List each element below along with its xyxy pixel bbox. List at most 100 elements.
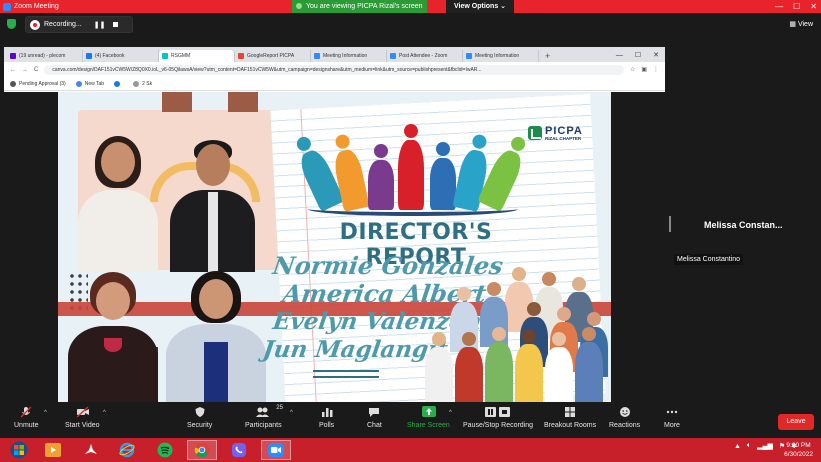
taskbar-app[interactable]	[224, 440, 254, 460]
security-label: Security	[187, 422, 213, 429]
windows-taskbar: ▲ 🔈︎ ▂▄▆ ⚑ ✱ 9:00 PM 6/30/2022	[0, 438, 821, 462]
easel-decoration	[228, 92, 258, 112]
extensions-icon[interactable]: ▣	[641, 66, 647, 73]
forward-icon[interactable]: →	[22, 67, 28, 73]
start-button[interactable]	[4, 440, 34, 460]
chat-button[interactable]: Chat	[367, 406, 382, 429]
panel-resize-handle[interactable]	[669, 216, 671, 232]
close-icon[interactable]: ✕	[653, 50, 659, 62]
pause-recording-icon[interactable]: ❚❚	[94, 21, 106, 29]
taskbar-clock[interactable]: 9:00 PM 6/30/2022	[784, 441, 813, 459]
browser-tab[interactable]: Meeting Information	[463, 50, 539, 62]
participants-caret-icon[interactable]: ^	[290, 410, 293, 416]
browser-tab[interactable]: Post Attendee - Zoom	[387, 50, 463, 62]
minimize-icon[interactable]: —	[616, 50, 623, 62]
bookmark-item[interactable]: New Tab	[75, 80, 104, 87]
breakout-rooms-label: Breakout Rooms	[544, 422, 597, 429]
maximize-icon[interactable]: ☐	[635, 50, 641, 62]
tab-favicon-icon	[238, 53, 244, 59]
bookmark-item[interactable]: 2 Sk	[133, 80, 152, 87]
reload-icon[interactable]: C	[34, 67, 38, 73]
window-title: Zoom Meeting	[14, 3, 59, 10]
url-input[interactable]: canva.com/design/DAF151vCW5W/Z8Q0X0.ioL_…	[44, 64, 624, 75]
bookmark-item[interactable]: Pending Approval (3)	[10, 80, 66, 87]
show-hidden-icons-icon[interactable]: ▲	[734, 443, 741, 450]
minimize-icon[interactable]: —	[775, 0, 783, 13]
taskbar-app[interactable]	[76, 440, 106, 460]
zoom-app-icon	[268, 443, 284, 457]
new-tab-button[interactable]: +	[539, 50, 556, 62]
polls-icon	[321, 406, 333, 418]
taskbar-app[interactable]	[38, 440, 68, 460]
browser-tab[interactable]: Meeting Information	[311, 50, 387, 62]
pdf-reader-icon	[85, 444, 97, 454]
maximize-icon[interactable]: ☐	[793, 0, 800, 13]
bookmark-item[interactable]	[114, 80, 123, 87]
recording-icon	[30, 19, 40, 30]
browser-tab[interactable]: GoogleReport PICPA	[235, 50, 311, 62]
pause-stop-recording-label: Pause/Stop Recording	[463, 422, 534, 429]
participants-label: Participants	[245, 422, 282, 429]
presentation-slide: PICPA RIZAL CHAPTER DIRECTOR'S REPORT No…	[58, 92, 611, 402]
tab-favicon-icon	[86, 53, 92, 59]
share-screen-button[interactable]: Share Screen	[407, 406, 450, 429]
spotify-icon	[157, 442, 173, 458]
taskbar-app[interactable]	[112, 440, 142, 460]
menu-icon[interactable]: ⋮	[653, 66, 659, 73]
unmute-button[interactable]: Unmute	[14, 406, 39, 429]
share-options-caret-icon[interactable]: ^	[449, 410, 452, 416]
leave-button[interactable]: Leave	[778, 414, 814, 430]
taskbar-app[interactable]	[150, 440, 180, 460]
participants-button[interactable]: 25 Participants	[245, 405, 283, 429]
taskbar-app-active[interactable]	[187, 440, 217, 460]
browser-tab-active[interactable]: RSGMM	[159, 50, 235, 62]
reactions-button[interactable]: Reactions	[609, 406, 640, 429]
participant-name-display: Melissa Constan...	[704, 220, 783, 230]
tab-favicon-icon	[466, 53, 472, 59]
media-player-icon	[45, 443, 61, 457]
reactions-icon	[619, 406, 631, 418]
breakout-rooms-button[interactable]: Breakout Rooms	[544, 406, 596, 429]
more-icon	[666, 406, 678, 418]
shield-icon[interactable]	[7, 19, 16, 29]
breakout-rooms-icon	[564, 406, 576, 418]
facebook-icon	[114, 80, 121, 87]
view-options-button[interactable]: View Options ⌄	[446, 0, 515, 13]
pause-stop-recording-button[interactable]: Pause/Stop Recording	[463, 406, 533, 429]
back-icon[interactable]: ←	[10, 67, 16, 73]
browser-tab[interactable]: (19 unread) - plecom	[7, 50, 83, 62]
share-screen-label: Share Screen	[407, 422, 450, 429]
browser-tab[interactable]: (4) Facebook	[83, 50, 159, 62]
network-icon[interactable]: ▂▄▆	[757, 442, 773, 450]
volume-icon[interactable]: 🔈︎	[747, 442, 751, 450]
windows-start-icon	[10, 441, 28, 459]
security-button[interactable]: Security	[187, 406, 212, 429]
polls-button[interactable]: Polls	[319, 406, 334, 429]
window-controls: — ☐ ✕	[775, 0, 817, 13]
recording-indicator: Recording... ❚❚	[25, 16, 133, 33]
microphone-muted-icon	[20, 406, 32, 418]
view-button[interactable]: ▦ View	[789, 20, 813, 28]
video-options-caret-icon[interactable]: ^	[103, 410, 106, 416]
director-photo	[166, 267, 266, 402]
start-video-button[interactable]: Start Video	[65, 406, 100, 429]
director-photo	[78, 132, 158, 272]
tab-favicon-icon	[10, 53, 16, 59]
chat-icon	[368, 406, 380, 418]
zoom-screen: Zoom Meeting — ☐ ✕ You are viewing PICPA…	[0, 0, 821, 462]
chat-label: Chat	[367, 422, 382, 429]
browser-window-controls: — ☐ ✕	[610, 50, 665, 62]
clock-date: 6/30/2022	[784, 451, 813, 458]
stop-recording-icon[interactable]	[113, 22, 119, 27]
logo-swoosh-decoration	[308, 202, 518, 216]
more-button[interactable]: More	[664, 406, 680, 429]
tab-label: (19 unread) - plecom	[19, 53, 66, 59]
star-icon[interactable]: ☆	[630, 66, 635, 73]
participants-count: 25	[276, 405, 283, 411]
close-icon[interactable]: ✕	[810, 0, 817, 13]
tab-label: RSGMM	[171, 53, 191, 59]
bookmarks-bar: Pending Approval (3) New Tab 2 Sk	[4, 77, 665, 91]
tab-favicon-icon	[162, 53, 168, 59]
taskbar-app-active[interactable]	[261, 440, 291, 460]
audio-options-caret-icon[interactable]: ^	[44, 410, 47, 416]
